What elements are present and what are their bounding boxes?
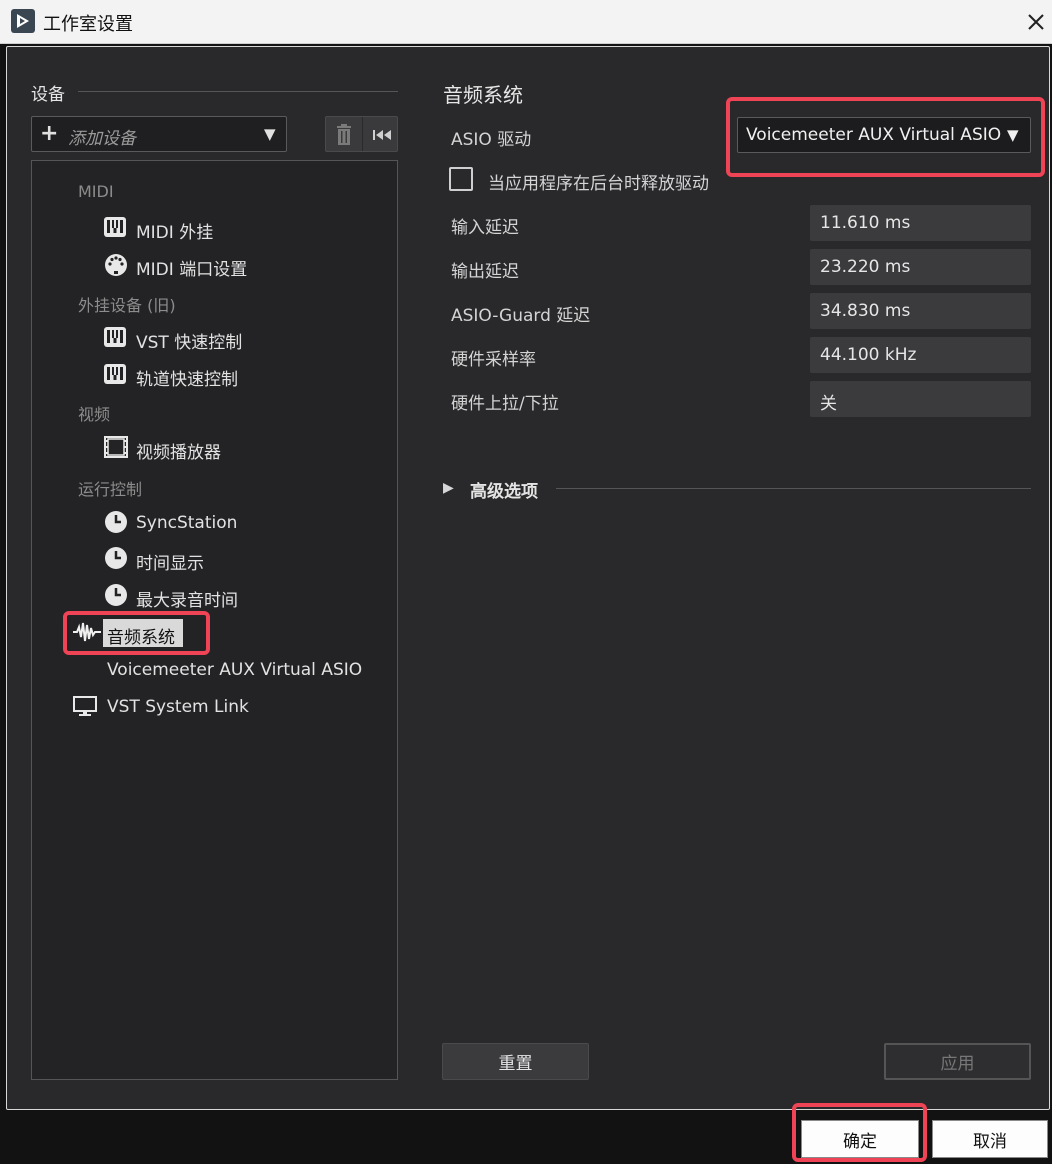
tree-item-midi-port-setup[interactable]: MIDI 端口设置 — [136, 255, 247, 280]
tree-item-track-quick-controls[interactable]: 轨道快速控制 — [136, 365, 238, 390]
title-bar: 工作室设置 — [0, 0, 1052, 44]
dropdown-arrow-icon: ▼ — [264, 125, 276, 143]
asio-guard-latency-label: ASIO-Guard 延迟 — [451, 306, 591, 326]
section-divider — [78, 91, 398, 92]
midi-keyboard-icon — [104, 327, 126, 347]
midi-keyboard-icon — [104, 364, 126, 384]
clock-icon — [105, 547, 127, 569]
add-device-label: 添加设备 — [68, 129, 136, 149]
midi-port-icon — [105, 254, 127, 276]
tree-category-transport: 运行控制 — [78, 480, 143, 499]
tree-item-video-player[interactable]: 视频播放器 — [136, 438, 221, 463]
advanced-divider — [556, 488, 1031, 489]
tree-category-midi: MIDI — [78, 182, 114, 201]
sample-rate-label: 硬件采样率 — [451, 350, 536, 370]
input-latency-value: 11.610 ms — [820, 213, 911, 233]
annotation-highlight-asio-driver — [726, 97, 1045, 177]
reset-button[interactable]: 重置 — [442, 1043, 589, 1080]
release-driver-label: 当应用程序在后台时释放驱动 — [488, 174, 709, 194]
devices-section-title: 设备 — [31, 85, 65, 105]
plus-icon: + — [40, 121, 59, 146]
tree-category-plugin-legacy: 外挂设备 (旧) — [78, 296, 176, 315]
expand-arrow-icon[interactable]: ▶ — [443, 480, 454, 496]
close-button[interactable] — [1020, 6, 1052, 38]
pulldown-field[interactable]: 关 — [810, 381, 1031, 417]
output-latency-label: 输出延迟 — [451, 262, 519, 282]
apply-button[interactable]: 应用 — [884, 1043, 1031, 1080]
asio-guard-latency-value: 34.830 ms — [820, 301, 911, 321]
toolbar-separator — [362, 117, 363, 151]
clock-icon — [105, 511, 127, 533]
release-driver-checkbox[interactable] — [449, 167, 473, 191]
tree-item-time-display[interactable]: 时间显示 — [136, 549, 204, 574]
asio-driver-label: ASIO 驱动 — [451, 130, 532, 150]
output-latency-field: 23.220 ms — [810, 249, 1031, 285]
monitor-icon — [73, 696, 97, 716]
tree-item-midi-plugin[interactable]: MIDI 外挂 — [136, 218, 213, 243]
advanced-options-toggle[interactable]: 高级选项 — [470, 477, 538, 502]
tree-item-vst-system-link[interactable]: VST System Link — [107, 697, 249, 717]
midi-keyboard-icon — [104, 217, 126, 237]
tree-category-video: 视频 — [78, 405, 111, 424]
trash-icon[interactable] — [332, 123, 356, 147]
output-latency-value: 23.220 ms — [820, 257, 911, 277]
cubase-app-icon — [11, 9, 35, 33]
panel-title: 音频系统 — [443, 83, 523, 107]
input-latency-field: 11.610 ms — [810, 205, 1031, 241]
tree-item-asio-driver[interactable]: Voicemeeter AUX Virtual ASIO — [107, 660, 362, 680]
annotation-highlight-audio-system — [63, 611, 210, 655]
film-icon — [104, 436, 128, 458]
tree-item-vst-quick-controls[interactable]: VST 快速控制 — [136, 328, 242, 353]
sample-rate-value: 44.100 kHz — [820, 345, 917, 365]
clock-icon — [105, 584, 127, 606]
add-device-dropdown[interactable]: + 添加设备 ▼ — [31, 116, 287, 152]
asio-guard-latency-field: 34.830 ms — [810, 293, 1031, 329]
close-icon — [1028, 14, 1044, 30]
reset-device-icon[interactable] — [370, 123, 394, 147]
input-latency-label: 输入延迟 — [451, 218, 519, 238]
annotation-highlight-ok-button — [792, 1103, 927, 1162]
pulldown-label: 硬件上拉/下拉 — [451, 394, 559, 414]
device-toolbar — [325, 116, 398, 152]
pulldown-value: 关 — [820, 394, 837, 414]
tree-item-max-record-time[interactable]: 最大录音时间 — [136, 586, 238, 611]
cancel-button[interactable]: 取消 — [932, 1120, 1048, 1158]
sample-rate-field: 44.100 kHz — [810, 337, 1031, 373]
tree-item-syncstation[interactable]: SyncStation — [136, 513, 237, 533]
window-title: 工作室设置 — [43, 14, 133, 35]
